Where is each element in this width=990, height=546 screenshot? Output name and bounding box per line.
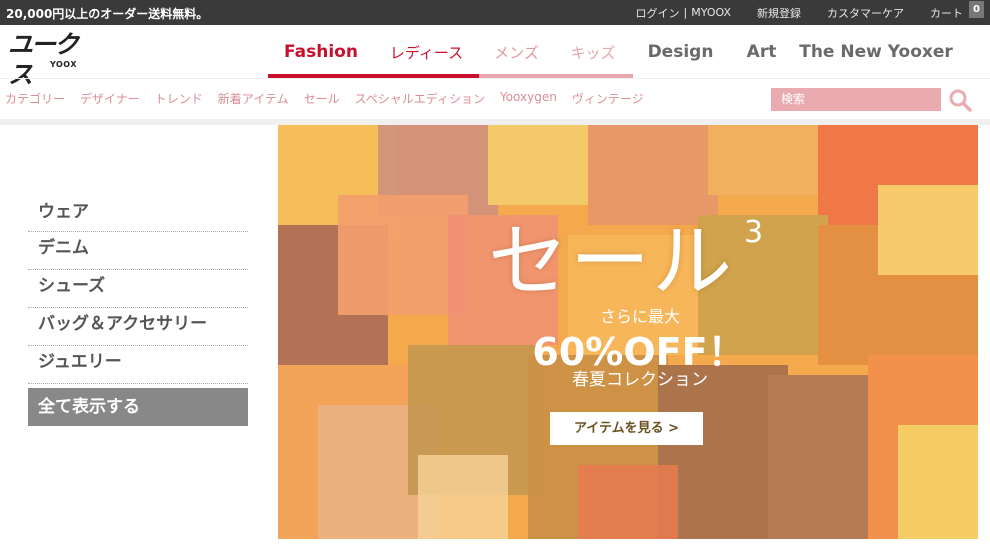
- cart-count-badge[interactable]: 0: [969, 1, 984, 18]
- top-links: ログイン | MYOOX 新規登録 カスタマーケア カート 0: [636, 0, 984, 25]
- search-icon[interactable]: [948, 88, 972, 112]
- logo-sub: YOOX: [50, 60, 77, 69]
- nav-ladies[interactable]: レディース: [374, 27, 479, 77]
- sidebar-item-bags-accessories[interactable]: バッグ＆アクセサリー: [28, 308, 248, 346]
- subnav-yooxygen[interactable]: Yooxygen: [500, 90, 557, 108]
- show-all-button[interactable]: 全て表示する: [28, 388, 248, 426]
- subnav-sale[interactable]: セール: [304, 90, 340, 108]
- free-shipping-promo: 20,000円以上のオーダー送料無料。: [6, 7, 209, 21]
- sale-collection: 春夏コレクション: [572, 370, 708, 390]
- sale-banner[interactable]: セール 3 さらに最大 60%OFF！ 春夏コレクション アイテムを見る >: [278, 125, 978, 539]
- subnav-category[interactable]: カテゴリー: [5, 90, 65, 108]
- banner-text: セール 3 さらに最大 60%OFF！ 春夏コレクション アイテムを見る >: [278, 125, 978, 539]
- top-bar: 20,000円以上のオーダー送料無料。 ログイン | MYOOX 新規登録 カス…: [0, 0, 990, 25]
- subnav-trend[interactable]: トレンド: [155, 90, 203, 108]
- nav-design[interactable]: Design: [632, 27, 729, 77]
- subnav-vintage[interactable]: ヴィンテージ: [572, 90, 644, 108]
- subnav-special-edition[interactable]: スペシャルエディション: [355, 90, 485, 108]
- sale-title: セール: [488, 215, 734, 308]
- category-sidebar: ウェア デニム シューズ バッグ＆アクセサリー ジュエリー 全て表示する: [28, 196, 248, 426]
- subnav-new-items[interactable]: 新着アイテム: [218, 90, 289, 108]
- nav-new-yooxer[interactable]: The New Yooxer: [794, 27, 958, 77]
- yoox-logo[interactable]: ユークス YOOX: [8, 30, 79, 89]
- top-separator: |: [683, 6, 688, 19]
- sidebar-item-wear[interactable]: ウェア: [28, 196, 248, 232]
- header-divider: [0, 78, 990, 79]
- nav-mens[interactable]: メンズ: [479, 27, 554, 77]
- nav-kids[interactable]: キッズ: [554, 27, 632, 77]
- sale-superscript: 3: [744, 215, 764, 250]
- login-link[interactable]: ログイン: [636, 5, 680, 21]
- cart-link[interactable]: カート: [930, 5, 963, 21]
- subnav-designer[interactable]: デザイナー: [80, 90, 140, 108]
- sidebar-item-denim[interactable]: デニム: [28, 232, 248, 270]
- nav-art[interactable]: Art: [729, 27, 794, 77]
- register-link[interactable]: 新規登録: [757, 5, 801, 21]
- myoox-link[interactable]: MYOOX: [691, 6, 731, 19]
- sidebar-item-jewelry[interactable]: ジュエリー: [28, 346, 248, 384]
- search-input[interactable]: [771, 88, 941, 111]
- sidebar-item-shoes[interactable]: シューズ: [28, 270, 248, 308]
- customer-care-link[interactable]: カスタマーケア: [827, 5, 904, 21]
- sub-nav: カテゴリー デザイナー トレンド 新着アイテム セール スペシャルエディション …: [5, 90, 659, 108]
- main-nav: Fashion レディース メンズ キッズ Design Art The New…: [268, 27, 958, 77]
- nav-fashion[interactable]: Fashion: [268, 27, 374, 77]
- see-items-button[interactable]: アイテムを見る >: [550, 412, 703, 445]
